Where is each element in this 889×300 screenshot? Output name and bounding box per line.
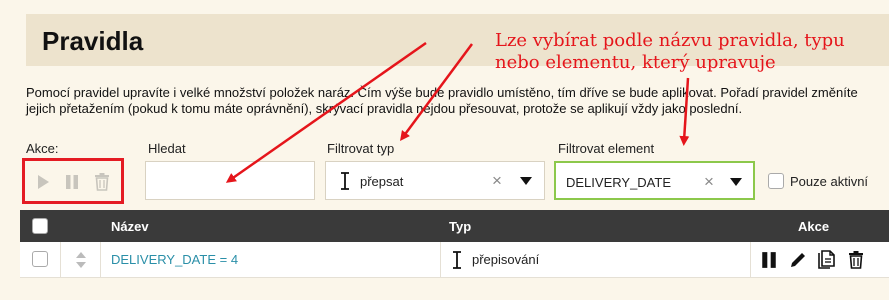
- select-all-checkbox[interactable]: [32, 218, 48, 234]
- only-active-label: Pouze aktivní: [790, 174, 869, 189]
- column-header-actions: Akce: [798, 219, 830, 234]
- bulk-actions: [22, 158, 124, 204]
- table-header: Název Typ Akce: [20, 210, 889, 242]
- element-filter-label: Filtrovat element: [558, 141, 655, 156]
- search-input[interactable]: [145, 161, 315, 200]
- pencil-icon[interactable]: [788, 250, 808, 270]
- type-filter-label: Filtrovat typ: [327, 141, 395, 156]
- column-header-type[interactable]: Typ: [449, 219, 471, 234]
- only-active-checkbox[interactable]: [768, 173, 784, 189]
- chevron-down-icon[interactable]: [520, 177, 532, 185]
- annotation-callout: Lze vybírat podle názvu pravidla, typu n…: [495, 30, 885, 74]
- type-filter-select[interactable]: přepsat ×: [325, 161, 545, 200]
- annotation-line-2: nebo elementu, který upravuje: [495, 52, 776, 73]
- annotation-line-1: Lze vybírat podle názvu pravidla, typu: [495, 30, 845, 51]
- trash-icon[interactable]: [93, 173, 111, 191]
- sort-handle-icon[interactable]: [75, 251, 87, 274]
- column-header-name[interactable]: Název: [111, 219, 149, 234]
- chevron-down-icon[interactable]: [730, 178, 742, 186]
- type-filter-value: přepsat: [360, 174, 404, 189]
- row-checkbox[interactable]: [32, 251, 48, 267]
- pause-icon[interactable]: [759, 250, 779, 270]
- search-label: Hledat: [148, 141, 186, 156]
- close-icon[interactable]: ×: [704, 172, 714, 192]
- table-row[interactable]: DELIVERY_DATE = 4 přepisování: [20, 242, 889, 278]
- element-filter-select[interactable]: DELIVERY_DATE ×: [554, 161, 755, 200]
- description-line-1: Pomocí pravidel upravíte i velké množstv…: [26, 85, 858, 100]
- element-filter-value: DELIVERY_DATE: [566, 175, 672, 190]
- trash-icon[interactable]: [846, 250, 866, 270]
- text-cursor-icon: [452, 251, 462, 274]
- pause-icon[interactable]: [63, 173, 81, 191]
- page-title: Pravidla: [42, 26, 144, 56]
- rule-type: přepisování: [472, 252, 540, 267]
- close-icon[interactable]: ×: [492, 171, 502, 191]
- play-icon[interactable]: [34, 173, 52, 191]
- page-description: Pomocí pravidel upravíte i velké množstv…: [26, 85, 876, 117]
- rule-name-link[interactable]: DELIVERY_DATE = 4: [111, 252, 238, 267]
- description-line-2: jejich přetažením (pokud k tomu máte opr…: [26, 101, 743, 116]
- copy-icon[interactable]: [817, 250, 837, 270]
- text-cursor-icon: [340, 172, 350, 193]
- actions-label: Akce:: [26, 141, 59, 156]
